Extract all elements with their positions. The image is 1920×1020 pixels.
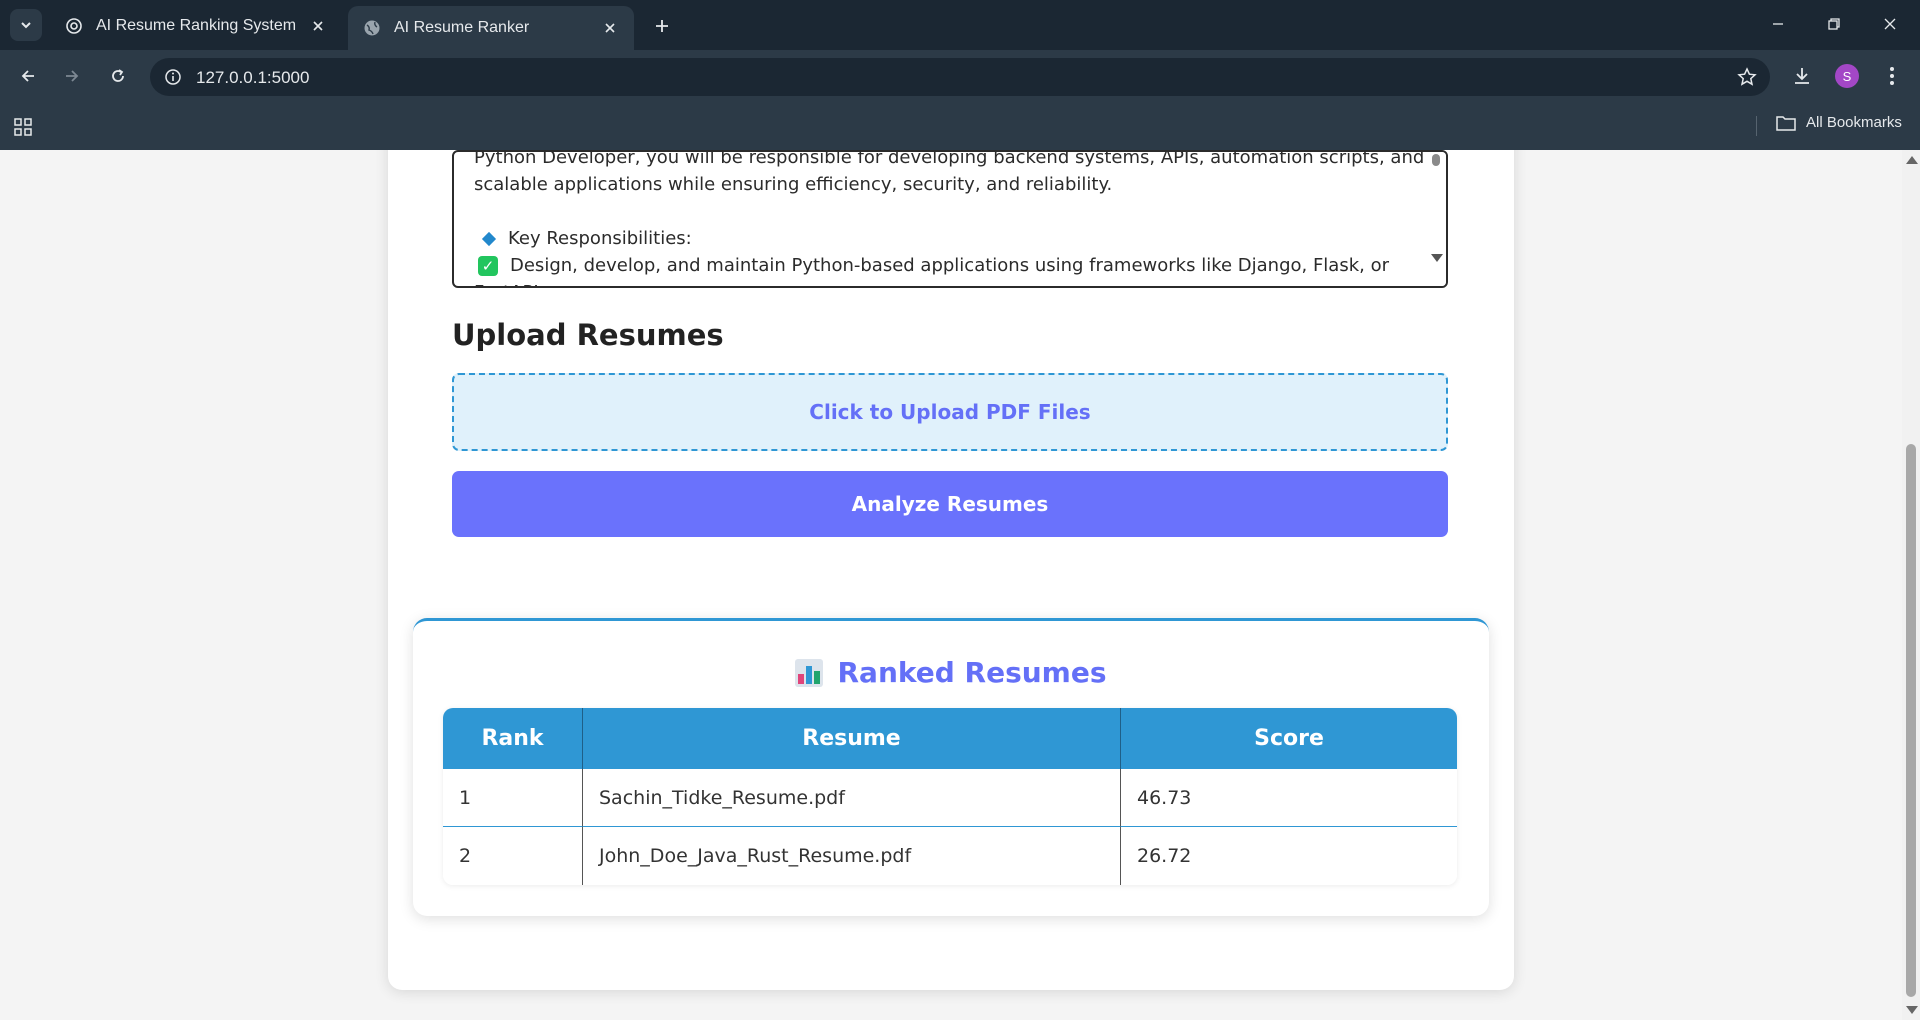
textarea-scroll-thumb[interactable] (1432, 154, 1440, 166)
analyze-resumes-button[interactable]: Analyze Resumes (452, 471, 1448, 537)
blue-diamond-icon (481, 231, 497, 246)
arrow-right-icon (66, 70, 79, 82)
tab-title: AI Resume Ranker (394, 19, 530, 36)
forward-button[interactable] (56, 60, 88, 92)
all-bookmarks-label: All Bookmarks (1806, 114, 1902, 131)
globe-icon (362, 18, 382, 38)
table-row: 1 Sachin_Tidke_Resume.pdf 46.73 (443, 769, 1457, 827)
arrow-left-icon (21, 70, 34, 82)
upload-heading: Upload Resumes (452, 318, 724, 352)
scroll-up-arrow-icon[interactable] (1906, 156, 1918, 164)
reload-button[interactable] (102, 60, 134, 92)
tab-search-button[interactable] (10, 9, 42, 41)
score-cell: 26.72 (1121, 827, 1457, 885)
resume-cell: Sachin_Tidke_Resume.pdf (583, 769, 1121, 827)
jd-line: scalable applications while ensuring eff… (474, 174, 1113, 195)
minimize-button[interactable] (1758, 8, 1798, 40)
menu-button[interactable] (1876, 60, 1908, 92)
openai-icon (64, 16, 84, 36)
plus-icon (656, 20, 668, 32)
download-icon (1795, 68, 1809, 84)
bookmarks-divider (1756, 116, 1757, 136)
minimize-icon (1773, 23, 1783, 25)
results-title: Ranked Resumes (413, 656, 1489, 689)
bookmark-star-icon[interactable] (1736, 66, 1758, 88)
rank-cell: 2 (443, 827, 583, 885)
ranking-table: Rank Resume Score 1 Sachin_Tidke_Resume.… (443, 708, 1457, 885)
chevron-down-icon (21, 22, 31, 29)
restore-button[interactable] (1814, 8, 1854, 40)
bookmarks-bar: All Bookmarks (0, 102, 1920, 150)
table-header-row: Rank Resume Score (443, 708, 1457, 769)
url-text: 127.0.0.1:5000 (196, 68, 310, 87)
main-card: Python Developer, you will be responsibl… (388, 150, 1514, 990)
page-scroll-thumb[interactable] (1906, 444, 1916, 997)
close-tab-icon[interactable] (600, 18, 620, 38)
rank-cell: 1 (443, 769, 583, 827)
close-icon (1884, 18, 1896, 30)
downloads-button[interactable] (1786, 60, 1818, 92)
apps-grid-icon[interactable] (12, 116, 34, 138)
results-title-text: Ranked Resumes (837, 656, 1107, 689)
avatar: S (1835, 64, 1859, 88)
job-description-text: Python Developer, you will be responsibl… (474, 150, 1425, 286)
table-row: 2 John_Doe_Java_Rust_Resume.pdf 26.72 (443, 827, 1457, 885)
scroll-down-arrow-icon[interactable] (1906, 1006, 1918, 1014)
folder-icon (1776, 115, 1796, 131)
reload-icon (112, 69, 124, 82)
column-header-rank: Rank (443, 708, 583, 769)
jd-line: Key Responsibilities: (474, 225, 1414, 252)
bar-chart-icon (795, 658, 824, 687)
score-cell: 46.73 (1121, 769, 1457, 827)
tab-ai-resume-ranking-system[interactable]: AI Resume Ranking System (50, 6, 342, 46)
page-viewport: Python Developer, you will be responsibl… (0, 150, 1902, 1020)
column-header-score: Score (1121, 708, 1457, 769)
close-window-button[interactable] (1870, 8, 1910, 40)
all-bookmarks-button[interactable]: All Bookmarks (1776, 114, 1902, 131)
check-mark-icon: ✓ (478, 255, 498, 276)
tab-strip: AI Resume Ranking System AI Resume Ranke… (0, 0, 1920, 50)
new-tab-button[interactable] (648, 12, 676, 40)
browser-toolbar: 127.0.0.1:5000 S (0, 50, 1920, 102)
resume-cell: John_Doe_Java_Rust_Resume.pdf (583, 827, 1121, 885)
jd-line: ✓ Design, develop, and maintain Python-ba… (474, 252, 1414, 279)
textarea-scrollbar[interactable] (1430, 152, 1446, 286)
scroll-down-arrow-icon[interactable] (1431, 254, 1443, 262)
jd-line-text: Design, develop, and maintain Python-bas… (510, 255, 1389, 276)
tab-title: AI Resume Ranking System (96, 17, 297, 34)
job-description-textarea[interactable]: Python Developer, you will be responsibl… (452, 150, 1448, 288)
address-bar[interactable]: 127.0.0.1:5000 (150, 58, 1770, 96)
jd-line: Python Developer, you will be responsibl… (474, 150, 1425, 168)
jd-blank-line (474, 198, 1414, 225)
tab-ai-resume-ranker[interactable]: AI Resume Ranker (348, 6, 634, 50)
upload-dropzone[interactable]: Click to Upload PDF Files (452, 373, 1448, 451)
results-panel: Ranked Resumes Rank Resume Score 1 Sachi… (413, 618, 1489, 916)
profile-button[interactable]: S (1831, 60, 1863, 92)
jd-line-text: Key Responsibilities: (508, 228, 692, 249)
site-info-icon[interactable] (162, 66, 184, 88)
jd-line: FastAPI (474, 279, 1414, 286)
more-vertical-icon (1890, 67, 1894, 85)
page-scrollbar[interactable] (1902, 150, 1920, 1020)
close-tab-icon[interactable] (308, 16, 328, 36)
back-button[interactable] (12, 60, 44, 92)
restore-icon (1828, 18, 1840, 30)
column-header-resume: Resume (583, 708, 1121, 769)
